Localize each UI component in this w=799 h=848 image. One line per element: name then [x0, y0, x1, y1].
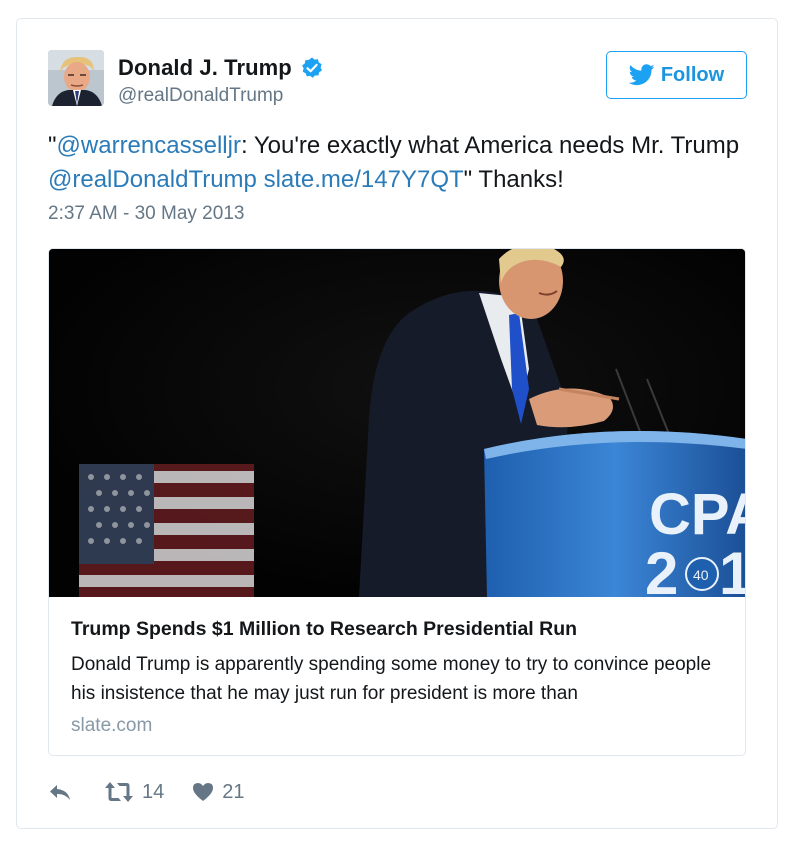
- follow-button[interactable]: Follow: [606, 51, 747, 99]
- tweet-actions: 14 21: [48, 779, 245, 805]
- retweet-count: 14: [142, 780, 165, 803]
- follow-label: Follow: [660, 63, 725, 86]
- verified-badge-icon: [301, 57, 322, 78]
- retweet-button[interactable]: 14: [104, 781, 164, 804]
- mention-link-realdonaldtrump[interactable]: @realDonaldTrump: [48, 166, 257, 193]
- heart-icon: [193, 783, 214, 801]
- tweet-card: Donald J. Trump @realDonaldTrump Follow …: [16, 18, 778, 829]
- tweet-text-part-1: : You're exactly what America needs Mr. …: [240, 132, 740, 159]
- twitter-bird-icon: [628, 64, 655, 86]
- speaker-photo: CPA 2 40 1: [49, 249, 746, 607]
- card-image: CPA 2 40 1: [49, 249, 746, 607]
- avatar-image: [48, 50, 104, 106]
- tweet-open-quote: ": [48, 132, 57, 159]
- link-preview-card[interactable]: CPA 2 40 1 Trump Spends $1 Million to Re…: [48, 248, 746, 756]
- author-handle[interactable]: @realDonaldTrump: [118, 85, 283, 107]
- like-button[interactable]: 21: [192, 780, 245, 804]
- retweet-icon: [105, 782, 133, 802]
- tweet-text: "@warrencasselljr: You're exactly what A…: [48, 129, 748, 197]
- mention-link-warrencasselljr[interactable]: @warrencasselljr: [57, 132, 241, 159]
- podium-text: CPA: [649, 482, 746, 547]
- tweet-timestamp[interactable]: 2:37 AM - 30 May 2013: [48, 203, 244, 225]
- author-name-row: Donald J. Trump: [118, 55, 324, 81]
- reply-button[interactable]: [48, 782, 74, 802]
- flag-graphic: [79, 464, 254, 597]
- url-link[interactable]: slate.me/147Y7QT: [264, 166, 464, 193]
- reply-icon: [50, 785, 70, 800]
- podium: CPA 2 40 1: [484, 431, 746, 607]
- podium-badge: 40: [693, 567, 709, 583]
- podium-sub-2: 1: [719, 540, 746, 597]
- author-name[interactable]: Donald J. Trump: [118, 55, 292, 81]
- like-count: 21: [222, 780, 245, 803]
- podium-sub-1: 2: [645, 540, 678, 597]
- card-title[interactable]: Trump Spends $1 Million to Research Pres…: [71, 618, 577, 641]
- tweet-text-part-2: " Thanks!: [463, 166, 564, 193]
- avatar[interactable]: [48, 50, 104, 106]
- card-description: Donald Trump is apparently spending some…: [71, 654, 712, 704]
- card-domain: slate.com: [71, 715, 153, 736]
